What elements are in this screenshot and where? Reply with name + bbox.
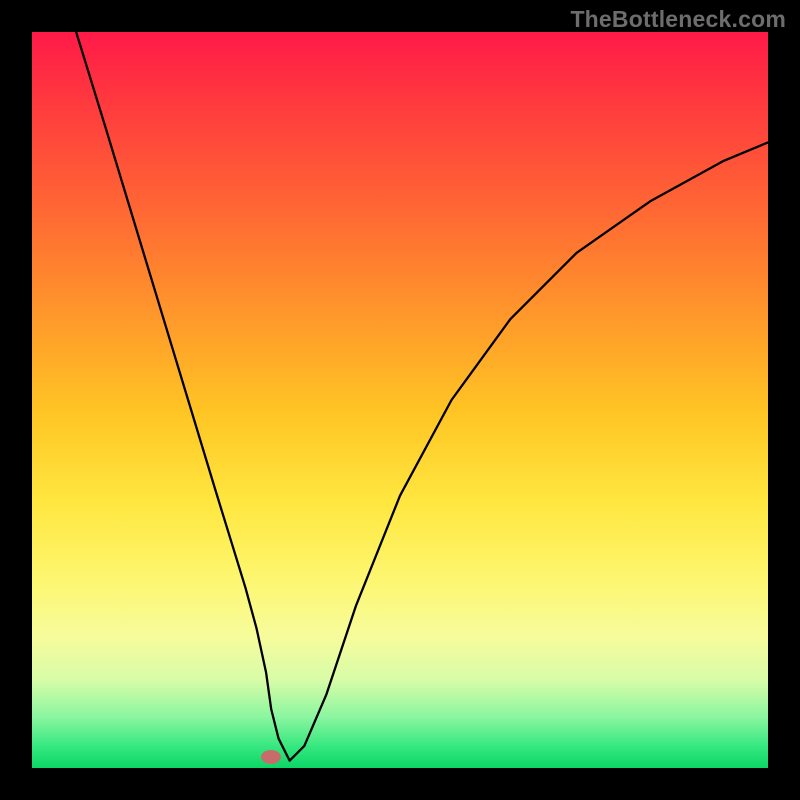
- plot-background: [32, 32, 768, 768]
- watermark-text: TheBottleneck.com: [570, 6, 786, 33]
- minimum-marker: [261, 750, 281, 764]
- chart-frame: TheBottleneck.com: [0, 0, 800, 800]
